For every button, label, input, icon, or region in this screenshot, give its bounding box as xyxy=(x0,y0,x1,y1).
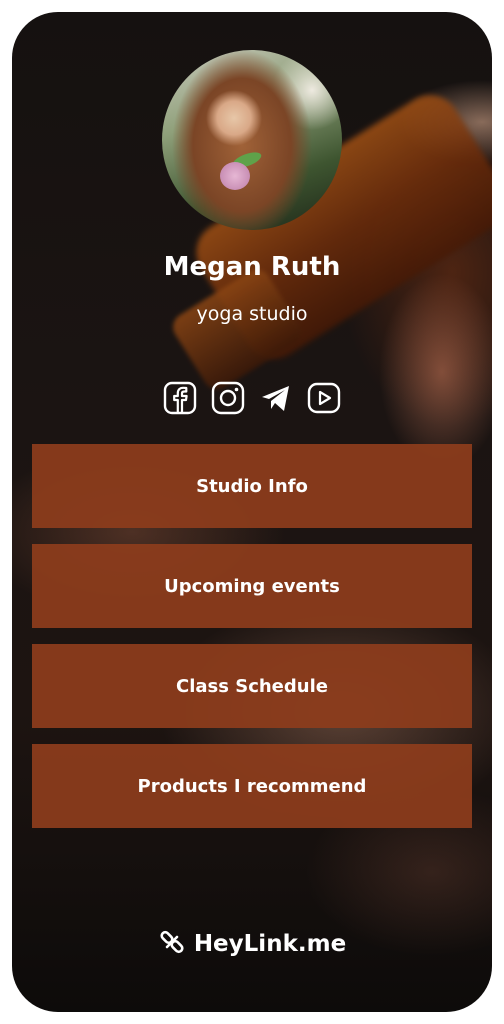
avatar xyxy=(162,50,342,230)
social-links xyxy=(162,380,342,416)
brand-name: HeyLink.me xyxy=(193,931,347,957)
avatar-flower xyxy=(220,162,250,190)
link-button-upcoming-events[interactable]: Upcoming events xyxy=(32,544,472,628)
profile-page: Megan Ruth yoga studio Studio Info Upcom… xyxy=(12,12,492,1012)
facebook-icon[interactable] xyxy=(162,380,198,416)
link-button-class-schedule[interactable]: Class Schedule xyxy=(32,644,472,728)
profile-name: Megan Ruth xyxy=(163,252,341,282)
link-button-studio-info[interactable]: Studio Info xyxy=(32,444,472,528)
telegram-icon[interactable] xyxy=(258,380,294,416)
instagram-icon[interactable] xyxy=(210,380,246,416)
heylink-brand[interactable]: HeyLink.me xyxy=(12,928,492,960)
heylink-logo-icon xyxy=(158,928,186,960)
youtube-icon[interactable] xyxy=(306,380,342,416)
link-list: Studio Info Upcoming events Class Schedu… xyxy=(32,444,472,844)
profile-subtitle: yoga studio xyxy=(196,303,308,325)
link-button-products[interactable]: Products I recommend xyxy=(32,744,472,828)
